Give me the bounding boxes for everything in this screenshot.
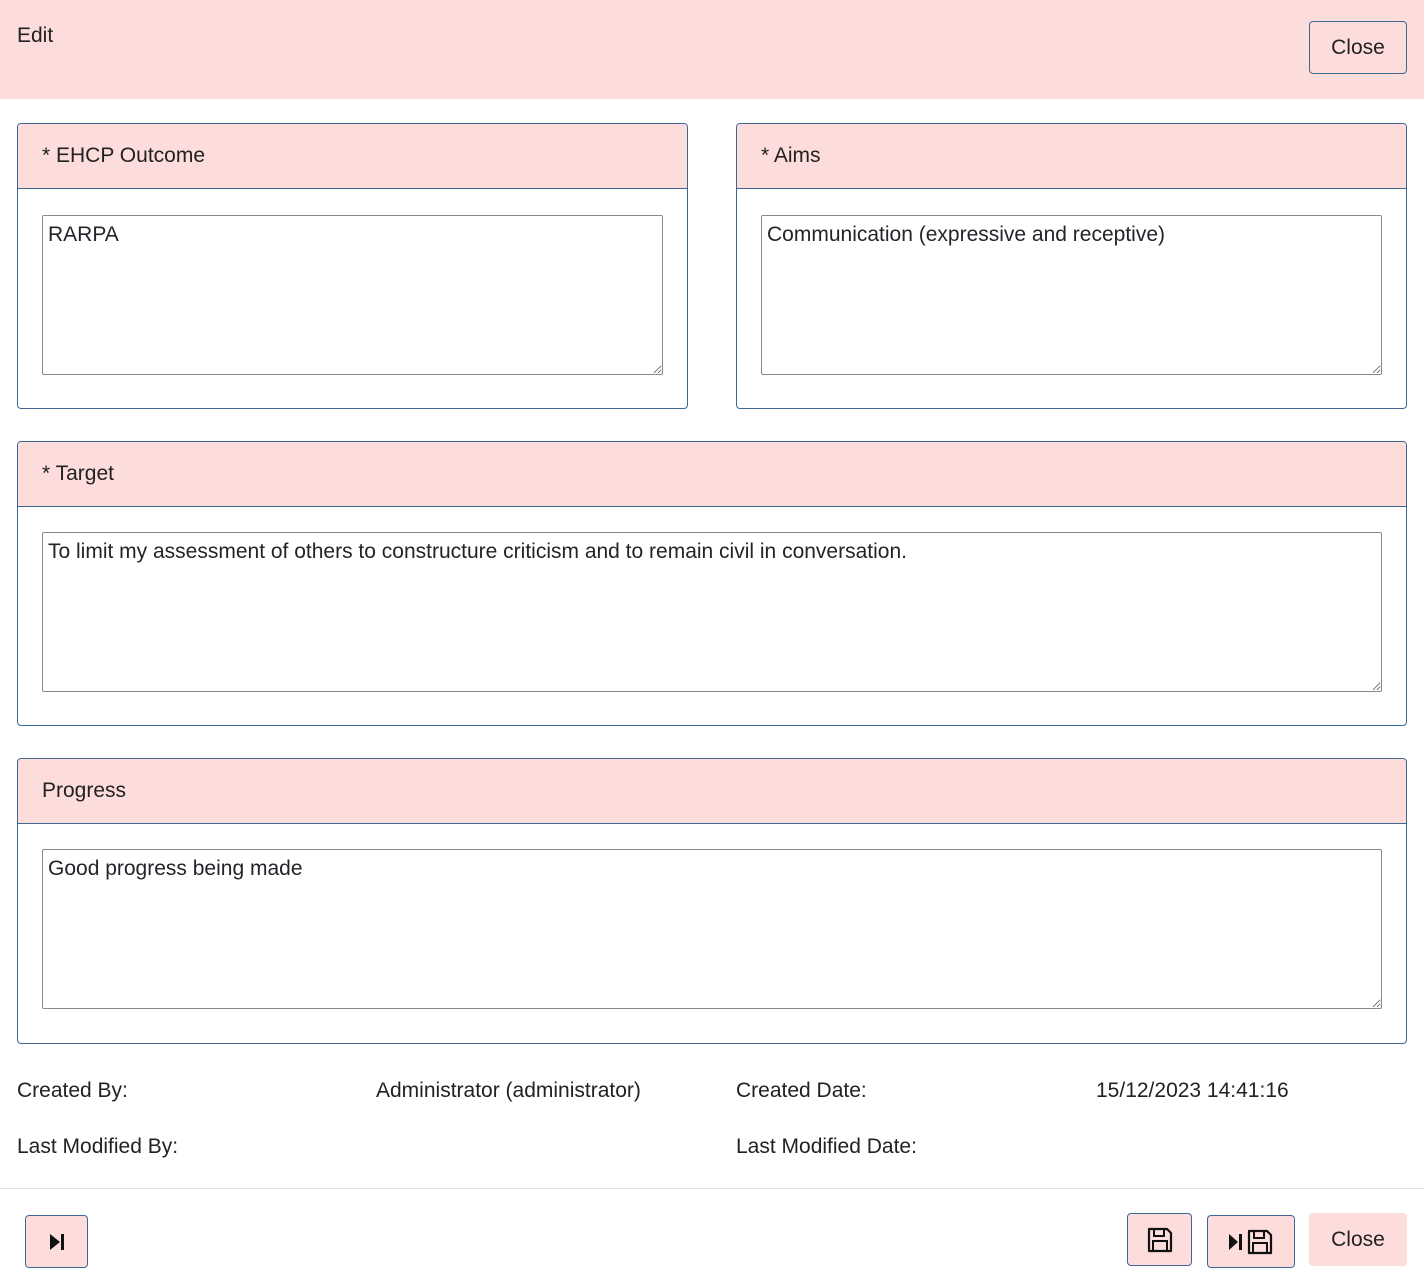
progress-panel: Progress [17,758,1407,1044]
floppy-disk-icon [1146,1226,1174,1254]
target-panel: * Target [17,441,1407,726]
progress-textarea[interactable] [42,849,1382,1009]
target-label: * Target [18,442,1406,507]
ehcp-outcome-panel: * EHCP Outcome [17,123,688,409]
target-textarea[interactable] [42,532,1382,692]
dialog-title: Edit [17,24,54,47]
skip-next-save-icon [1228,1228,1274,1256]
dialog-header: Edit Close [0,0,1424,99]
ehcp-outcome-textarea[interactable] [42,215,663,375]
next-button[interactable] [25,1215,88,1268]
next-and-save-button[interactable] [1207,1215,1295,1268]
created-date-value: 15/12/2023 14:41:16 [1096,1079,1289,1102]
last-modified-by-label: Last Modified By: [17,1135,179,1158]
close-button-bottom[interactable]: Close [1309,1213,1407,1266]
footer-divider [0,1188,1424,1189]
aims-label: * Aims [737,124,1406,189]
created-date-label: Created Date: [736,1079,867,1102]
created-by-value: Administrator (administrator) [376,1079,641,1102]
aims-panel: * Aims [736,123,1407,409]
last-modified-date-label: Last Modified Date: [736,1135,917,1158]
created-by-label: Created By: [17,1079,128,1102]
skip-next-icon [48,1232,66,1252]
save-button[interactable] [1127,1213,1192,1266]
close-button-top[interactable]: Close [1309,21,1407,74]
ehcp-outcome-label: * EHCP Outcome [18,124,687,189]
progress-label: Progress [18,759,1406,824]
aims-textarea[interactable] [761,215,1382,375]
